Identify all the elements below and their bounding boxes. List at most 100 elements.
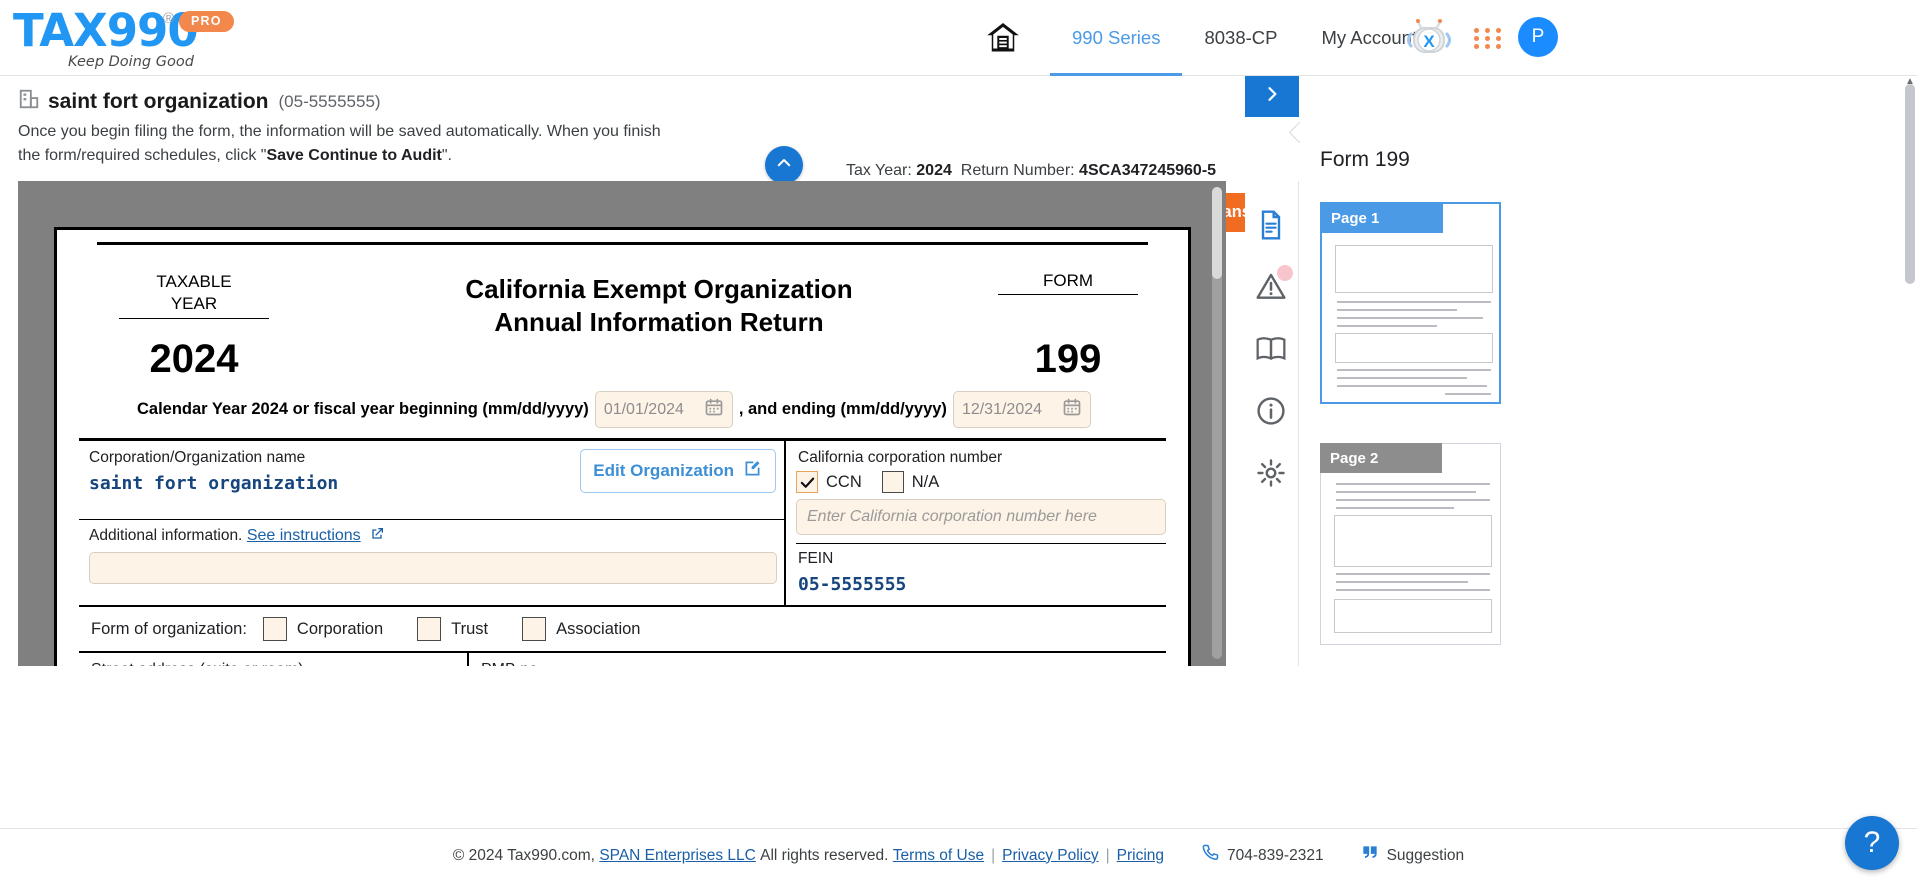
nav-link-990-series[interactable]: 990 Series <box>1050 0 1183 76</box>
thumbnail-page-1[interactable]: Page 1 <box>1320 202 1501 404</box>
form-of-organization-label: Form of organization: <box>91 619 247 638</box>
begin-date-field[interactable]: 01/01/2024 <box>594 391 733 428</box>
thumbnail-page-2[interactable]: Page 2 <box>1320 443 1501 645</box>
question-mark-icon: ? <box>1863 826 1881 859</box>
page-thumbnails-panel: Form 199 Page 1 Page 2 <box>1300 120 1917 666</box>
gear-icon[interactable] <box>1255 457 1289 491</box>
return-number-label: Return Number: <box>960 162 1075 179</box>
ccn-checkbox[interactable] <box>796 471 818 493</box>
corporation-label: Corporation <box>296 619 384 638</box>
tax-year-label: Tax Year: <box>846 162 912 179</box>
external-link-icon[interactable] <box>365 527 385 544</box>
chevron-up-icon <box>775 154 793 177</box>
see-instructions-link[interactable]: See instructions <box>247 527 361 544</box>
form-page: TAXABLE YEAR 2024 California Exempt Orga… <box>54 227 1191 666</box>
warning-triangle-icon[interactable] <box>1255 265 1293 305</box>
page-scrollbar-thumb[interactable] <box>1905 84 1915 284</box>
ccn-heading: California corporation number <box>798 449 1003 466</box>
additional-info-row: Additional information. See instructions <box>79 519 784 592</box>
form-of-organization-row: Form of organization: Corporation Trust … <box>79 607 1166 653</box>
ccn-input[interactable]: Enter California corporation number here <box>796 499 1166 535</box>
calendar-prefix-label: Calendar Year 2024 or fiscal year beginn… <box>137 400 589 418</box>
intro-text-bold: Save Continue to Audit <box>266 147 442 164</box>
footer: © 2024 Tax990.com, SPAN Enterprises LLC … <box>0 828 1917 882</box>
footer-suggestion[interactable]: Suggestion <box>1360 843 1464 868</box>
thumbnail-page-1-label: Page 1 <box>1321 203 1443 233</box>
organization-row: saint fort organization (05-5555555) <box>18 88 381 115</box>
pricing-link[interactable]: Pricing <box>1117 847 1164 865</box>
footer-separator-2: | <box>1105 846 1110 864</box>
page-scrollbar[interactable]: ▲ ▼ <box>1903 76 1917 882</box>
home-icon[interactable] <box>985 20 1021 61</box>
return-meta: Tax Year: 2024 Return Number: 4SCA347245… <box>846 162 1216 180</box>
terms-of-use-link[interactable]: Terms of Use <box>893 847 984 865</box>
association-checkbox[interactable] <box>522 617 547 641</box>
svg-text:X: X <box>1423 32 1435 51</box>
taxable-year-label: TAXABLE YEAR <box>119 271 269 319</box>
form-masthead: TAXABLE YEAR 2024 California Exempt Orga… <box>79 245 1166 385</box>
app-grid-icon[interactable] <box>1472 26 1506 50</box>
calendar-icon[interactable] <box>1062 397 1082 422</box>
additional-info-label: Additional information. <box>89 527 243 544</box>
begin-date-value: 01/01/2024 <box>603 400 684 418</box>
end-date-field[interactable]: 12/31/2024 <box>952 391 1091 428</box>
tool-rail <box>1245 181 1299 666</box>
org-type-corporation[interactable]: Corporation <box>262 617 384 641</box>
quote-icon <box>1360 843 1380 868</box>
calendar-year-row: Calendar Year 2024 or fiscal year beginn… <box>79 385 1166 438</box>
privacy-policy-link[interactable]: Privacy Policy <box>1002 847 1098 865</box>
registered-mark: ® <box>163 10 175 27</box>
taxable-year-line1: TAXABLE <box>156 272 232 291</box>
na-checkbox-label: N/A <box>911 472 940 491</box>
additional-info-input[interactable] <box>89 552 777 584</box>
calendar-icon[interactable] <box>704 397 724 422</box>
fein-block: FEIN 05-5555555 <box>796 543 1166 605</box>
chevron-right-icon <box>1262 84 1282 109</box>
pmb-label: PMB no. <box>469 653 542 666</box>
return-number-value: 4SCA347245960-5 <box>1079 162 1217 179</box>
avatar[interactable]: P <box>1518 17 1558 57</box>
viewer-scrollbar[interactable] <box>1212 187 1222 659</box>
form-title-line1: California Exempt Organization <box>465 274 853 304</box>
intro-text-part2: ". <box>441 147 452 164</box>
ccn-cell: California corporation number CCN N/A En… <box>786 441 1166 605</box>
info-circle-icon[interactable] <box>1255 395 1289 429</box>
expand-panel-button[interactable] <box>1245 76 1299 117</box>
page-title: saint fort organization <box>48 89 269 113</box>
nav-links: 990 Series 8038-CP My Account <box>1050 0 1439 76</box>
thumbnails-title: Form 199 <box>1320 148 1410 171</box>
footer-copyright: © 2024 Tax990.com, <box>452 846 595 864</box>
edit-pencil-icon <box>742 458 763 484</box>
taxable-year-line2: YEAR <box>170 294 218 313</box>
nav-link-8038-cp[interactable]: 8038-CP <box>1182 0 1299 76</box>
tax990-logo[interactable]: TAX990 ® PRO Keep Doing Good <box>13 4 234 70</box>
viewer-scrollbar-thumb[interactable] <box>1212 187 1222 279</box>
fein-label: FEIN <box>798 550 834 567</box>
association-label: Association <box>556 619 641 638</box>
collapse-header-button[interactable] <box>765 146 803 184</box>
org-type-association[interactable]: Association <box>522 617 641 641</box>
phone-icon <box>1200 843 1220 868</box>
na-checkbox[interactable] <box>881 471 904 493</box>
form-title: California Exempt Organization Annual In… <box>379 273 939 339</box>
book-icon[interactable] <box>1255 333 1289 367</box>
logo-tax: TA <box>13 4 74 57</box>
edit-organization-label: Edit Organization <box>593 461 734 480</box>
end-date-value: 12/31/2024 <box>961 400 1043 418</box>
logo-x: X <box>73 4 108 57</box>
trust-checkbox[interactable] <box>417 617 442 641</box>
corporation-checkbox[interactable] <box>262 617 287 641</box>
error-badge <box>1276 265 1293 281</box>
assistant-bot-icon[interactable]: X <box>1400 14 1458 62</box>
org-type-trust[interactable]: Trust <box>417 617 488 641</box>
footer-rights: All rights reserved. <box>760 846 889 864</box>
document-icon[interactable] <box>1255 209 1289 243</box>
taxable-year-value: 2024 <box>149 337 239 381</box>
span-enterprises-link[interactable]: SPAN Enterprises LLC <box>599 847 756 865</box>
help-button[interactable]: ? <box>1845 816 1899 870</box>
edit-organization-button[interactable]: Edit Organization <box>580 449 776 493</box>
footer-phone[interactable]: 704-839-2321 <box>1200 843 1324 868</box>
ccn-checkbox-group: CCN N/A <box>796 471 1166 499</box>
fein-value: 05-5555555 <box>798 574 907 595</box>
org-identity-section: Corporation/Organization name saint fort… <box>79 441 1166 607</box>
